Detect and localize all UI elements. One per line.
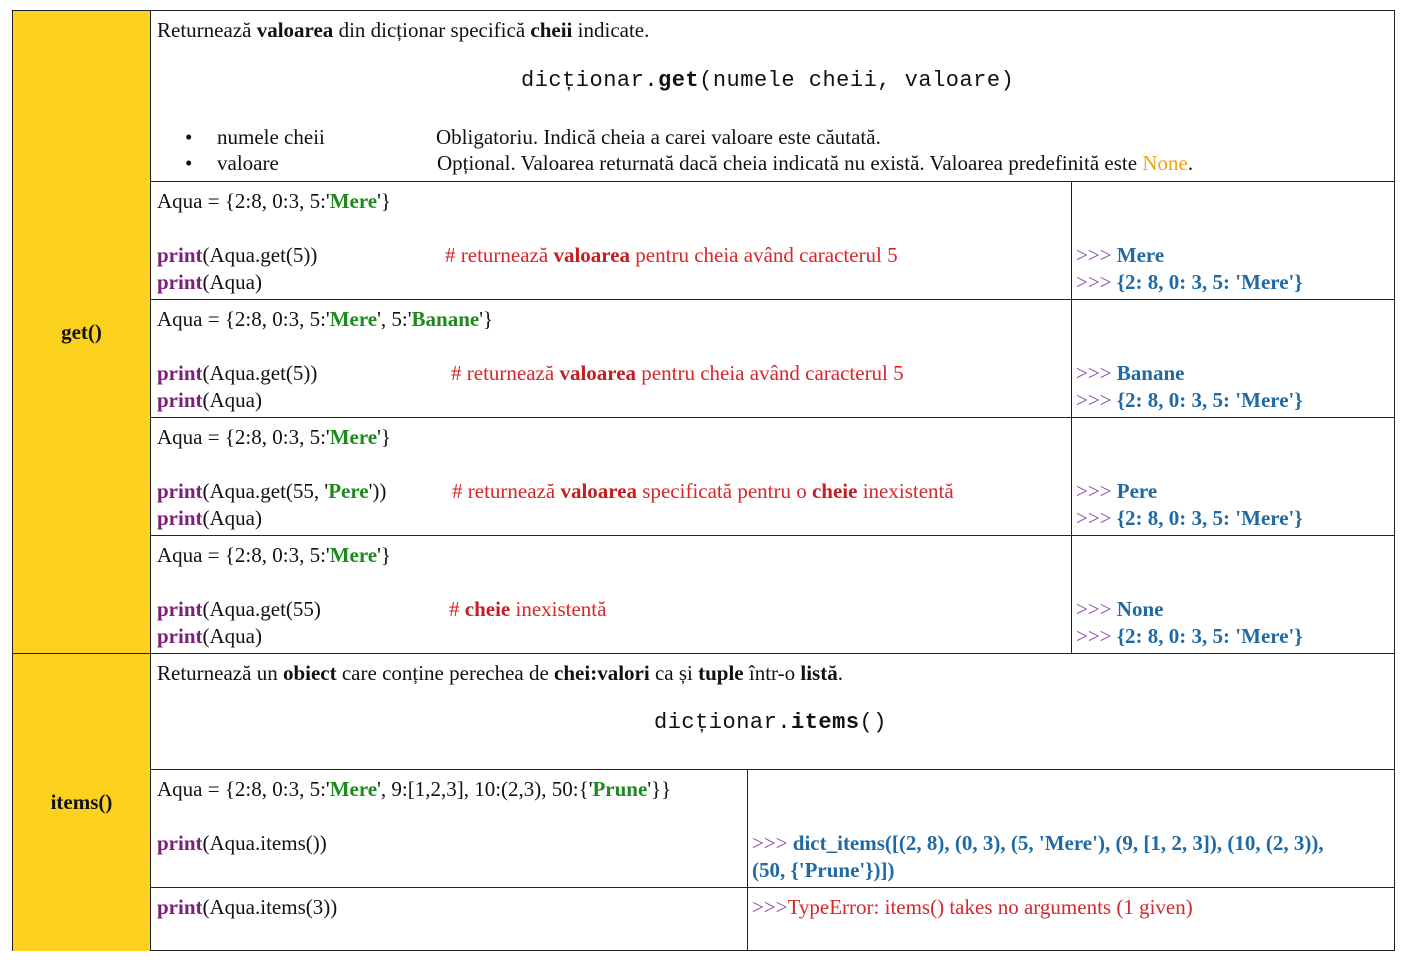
method-name-get: get() — [61, 319, 102, 344]
code-assign: Aqua = {2:8, 0:3, 5:'Mere'} — [157, 189, 391, 213]
code-line: print(Aqua) — [157, 506, 262, 530]
code-line: print(Aqua.get(5)) — [157, 243, 318, 267]
section-divider — [13, 653, 1395, 654]
items-syntax: dicționar.items() — [654, 710, 887, 735]
output-line: >>> {2: 8, 0: 3, 5: 'Mere'} — [1076, 624, 1303, 648]
output-line: >>>TypeError: items() takes no arguments… — [752, 895, 1193, 919]
output-line: >>> Banane — [1076, 361, 1185, 385]
output-line: >>> {2: 8, 0: 3, 5: 'Mere'} — [1076, 506, 1303, 530]
method-label-items: items() — [13, 653, 151, 951]
code-line: print(Aqua.get(5)) — [157, 361, 318, 385]
output-column-divider — [747, 769, 748, 951]
output-line: >>> {2: 8, 0: 3, 5: 'Mere'} — [1076, 270, 1303, 294]
row-divider — [151, 299, 1395, 300]
code-line: print(Aqua.items(3)) — [157, 895, 338, 919]
param-name: numele cheii — [217, 125, 325, 149]
method-name-items: items() — [50, 789, 113, 814]
code-line: print(Aqua) — [157, 270, 262, 294]
output-line: >>> Mere — [1076, 243, 1165, 267]
code-comment: # returnează valoarea specificată pentru… — [452, 479, 954, 503]
code-line: print(Aqua) — [157, 388, 262, 412]
row-divider — [151, 769, 1395, 770]
get-syntax: dicționar.get(numele cheii, valoare) — [521, 68, 1015, 93]
method-label-get: get() — [13, 11, 151, 653]
bullet: • — [185, 151, 193, 175]
param-desc: Obligatoriu. Indică cheia a carei valoar… — [436, 125, 881, 149]
default-value: None — [1142, 151, 1188, 175]
code-line: print(Aqua.get(55, 'Pere')) — [157, 479, 387, 503]
output-column-divider — [1071, 181, 1072, 653]
row-divider — [151, 181, 1395, 182]
code-line: print(Aqua.items()) — [157, 831, 327, 855]
code-assign: Aqua = {2:8, 0:3, 5:'Mere', 5:'Banane'} — [157, 307, 494, 331]
row-divider — [151, 417, 1395, 418]
output-line: >>> Pere — [1076, 479, 1158, 503]
code-comment: # returnează valoarea pentru cheia având… — [451, 361, 904, 385]
param-name: valoare — [217, 151, 279, 175]
output-line: (50, {'Prune'})]) — [752, 858, 895, 882]
code-line: print(Aqua) — [157, 624, 262, 648]
bullet: • — [185, 125, 193, 149]
code-comment: # returnează valoarea pentru cheia având… — [445, 243, 898, 267]
code-line: print(Aqua.get(55) — [157, 597, 321, 621]
row-divider — [151, 535, 1395, 536]
row-divider — [151, 887, 1395, 888]
get-description: Returnează valoarea din dicționar specif… — [157, 18, 650, 42]
code-comment: # cheie inexistentă — [449, 597, 607, 621]
param-desc: Opțional. Valoarea returnată dacă cheia … — [437, 151, 1194, 175]
methods-table: get() items() Returnează valoarea din di… — [12, 10, 1395, 951]
code-assign: Aqua = {2:8, 0:3, 5:'Mere'} — [157, 543, 391, 567]
code-assign: Aqua = {2:8, 0:3, 5:'Mere'} — [157, 425, 391, 449]
output-line: >>> dict_items([(2, 8), (0, 3), (5, 'Mer… — [752, 831, 1324, 855]
output-line: >>> {2: 8, 0: 3, 5: 'Mere'} — [1076, 388, 1303, 412]
items-description: Returnează un obiect care conține perech… — [157, 661, 843, 685]
output-line: >>> None — [1076, 597, 1164, 621]
code-assign: Aqua = {2:8, 0:3, 5:'Mere', 9:[1,2,3], 1… — [157, 777, 672, 801]
